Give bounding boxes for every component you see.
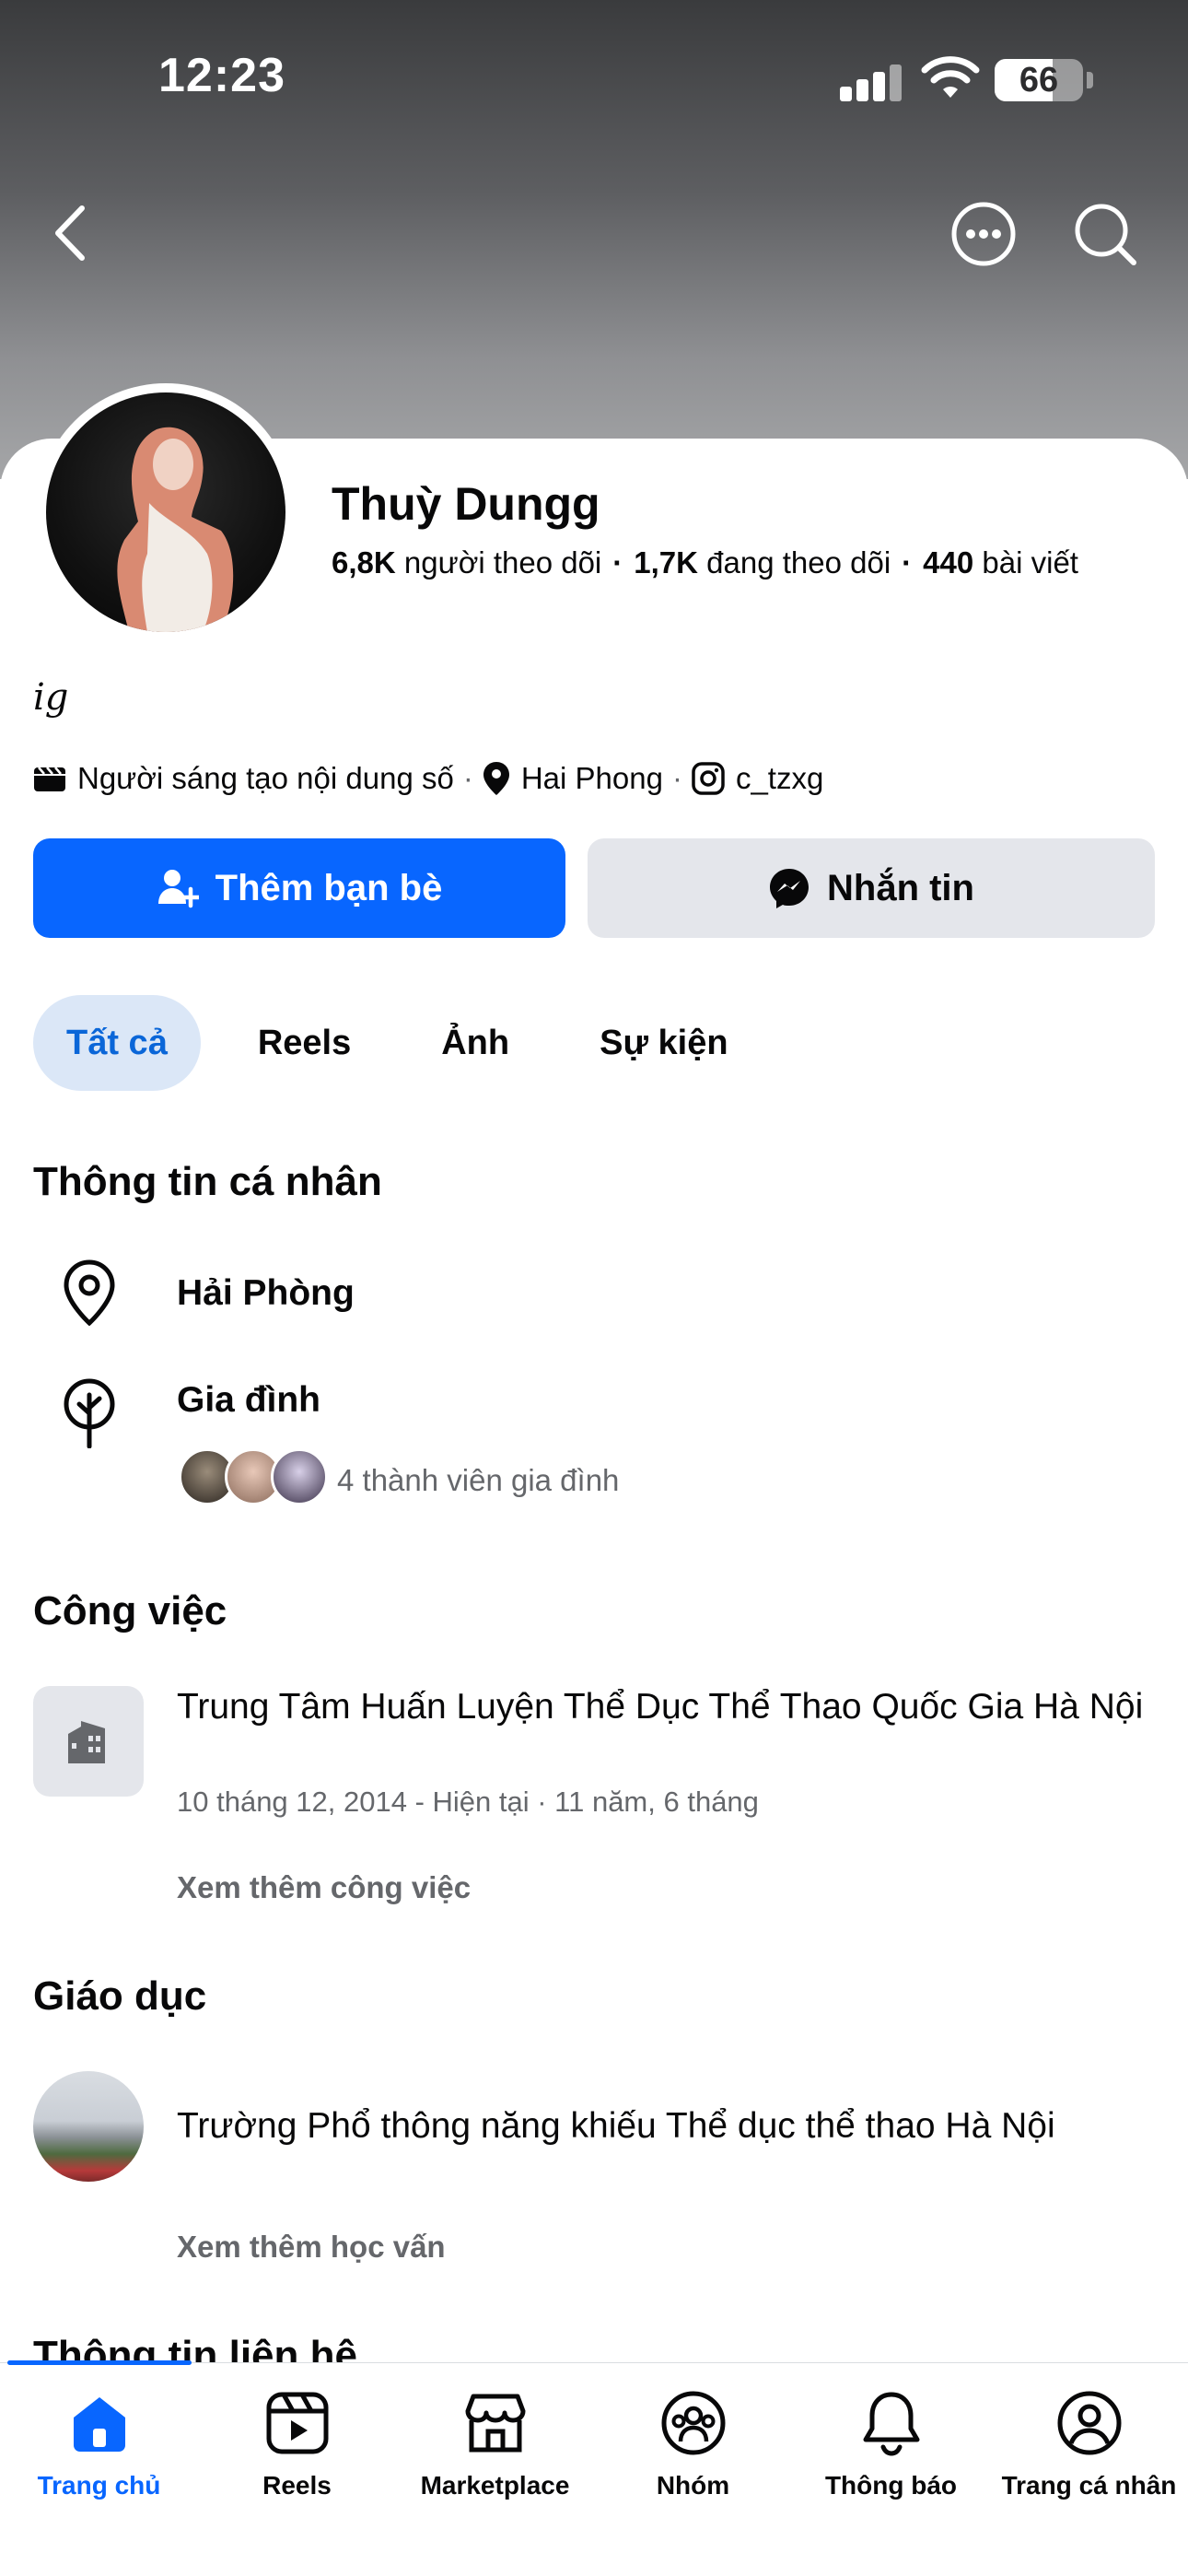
family-member-avatar[interactable]	[271, 1448, 328, 1505]
tabbar-groups-label: Nhóm	[656, 2471, 730, 2500]
more-icon	[951, 202, 1016, 266]
followers-count[interactable]: 6,8K	[332, 545, 396, 580]
family-title: Gia đình	[177, 1380, 320, 1420]
employer-name[interactable]: Trung Tâm Huấn Luyện Thể Dục Thể Thao Qu…	[177, 1686, 1153, 1728]
more-options-button[interactable]	[950, 201, 1017, 267]
bell-icon	[855, 2386, 928, 2460]
message-label: Nhắn tin	[827, 867, 974, 908]
posts-label: bài viết	[982, 545, 1078, 580]
battery-icon: 66	[995, 59, 1083, 101]
family-members-count[interactable]: 4 thành viên gia đình	[337, 1463, 619, 1498]
add-friend-icon	[157, 867, 199, 909]
add-friend-button[interactable]: Thêm bạn bè	[33, 838, 565, 938]
tabbar-groups[interactable]: Nhóm	[594, 2386, 792, 2500]
school-name[interactable]: Trường Phổ thông năng khiếu Thể dục thể …	[177, 2106, 1153, 2147]
tabbar-notifications[interactable]: Thông báo	[792, 2386, 990, 2500]
profile-tabs: Tất cả Reels Ảnh Sự kiện	[33, 995, 786, 1091]
instagram-handle[interactable]: c_tzxg	[736, 761, 823, 796]
groups-icon	[657, 2386, 730, 2460]
tab-events[interactable]: Sự kiện	[566, 995, 761, 1091]
tabbar-profile-label: Trang cá nhân	[1001, 2471, 1177, 2500]
tabbar-reels[interactable]: Reels	[198, 2386, 396, 2500]
battery-tip	[1087, 72, 1093, 88]
tab-all[interactable]: Tất cả	[33, 995, 201, 1091]
cellular-signal-icon	[840, 64, 904, 101]
clapperboard-icon	[33, 764, 66, 793]
tabbar-reels-label: Reels	[262, 2471, 332, 2500]
search-icon	[1075, 204, 1136, 265]
family-tree-icon	[57, 1376, 122, 1450]
profile-photo	[117, 427, 234, 632]
message-button[interactable]: Nhắn tin	[588, 838, 1155, 938]
personal-info-title: Thông tin cá nhân	[33, 1159, 382, 1204]
instagram-icon	[692, 762, 725, 795]
back-button[interactable]	[37, 201, 101, 265]
location-pin-icon	[57, 1259, 122, 1327]
battery-percent: 66	[1019, 61, 1059, 100]
building-icon	[68, 1721, 105, 1763]
search-button[interactable]	[1072, 201, 1138, 267]
work-period: 10 tháng 12, 2014 - Hiện tại · 11 năm, 6…	[177, 1786, 759, 1818]
home-icon	[63, 2386, 136, 2460]
workplace-thumbnail[interactable]	[33, 1686, 144, 1797]
profile-avatar[interactable]	[46, 392, 285, 632]
marketplace-icon	[459, 2386, 532, 2460]
current-city[interactable]: Hải Phòng	[177, 1273, 355, 1314]
wifi-icon	[921, 56, 980, 98]
tabbar-notifications-label: Thông báo	[824, 2471, 958, 2500]
status-bar: 12:23 66	[0, 0, 1188, 157]
profile-location[interactable]: Hai Phong	[521, 761, 663, 796]
tabbar-home-label: Trang chủ	[37, 2471, 161, 2500]
followers-label[interactable]: người theo dõi	[404, 545, 601, 580]
add-friend-label: Thêm bạn bè	[215, 867, 443, 908]
see-more-work-link[interactable]: Xem thêm công việc	[177, 1870, 471, 1905]
messenger-icon	[768, 867, 810, 909]
tabbar-profile[interactable]: Trang cá nhân	[990, 2386, 1188, 2500]
location-pin-icon	[483, 761, 510, 796]
see-more-education-link[interactable]: Xem thêm học vấn	[177, 2230, 446, 2265]
profile-stats: 6,8K người theo dõi · 1,7K đang theo dõi · 4…	[332, 545, 1078, 580]
following-label[interactable]: đang theo dõi	[706, 545, 891, 580]
tab-reels[interactable]: Reels	[225, 995, 384, 1091]
following-count[interactable]: 1,7K	[634, 545, 698, 580]
profile-meta: Người sáng tạo nội dung số · Hai Phong ·…	[33, 761, 823, 796]
tabbar-home[interactable]: Trang chủ	[0, 2386, 198, 2500]
tabbar-marketplace-label: Marketplace	[420, 2471, 570, 2500]
reels-icon	[261, 2386, 334, 2460]
profile-name: Thuỳ Dungg	[332, 478, 600, 530]
school-thumbnail[interactable]	[33, 2071, 144, 2182]
tab-photos[interactable]: Ảnh	[408, 995, 542, 1091]
education-title: Giáo dục	[33, 1973, 207, 2019]
profile-bio: ig	[33, 676, 69, 719]
tabbar-marketplace[interactable]: Marketplace	[396, 2386, 594, 2500]
creator-category: Người sáng tạo nội dung số	[77, 761, 454, 795]
posts-count: 440	[923, 545, 974, 580]
chevron-left-icon	[55, 205, 85, 261]
work-title: Công việc	[33, 1588, 227, 1633]
status-time: 12:23	[158, 49, 285, 102]
profile-icon	[1053, 2386, 1126, 2460]
active-tab-indicator	[7, 2360, 192, 2365]
